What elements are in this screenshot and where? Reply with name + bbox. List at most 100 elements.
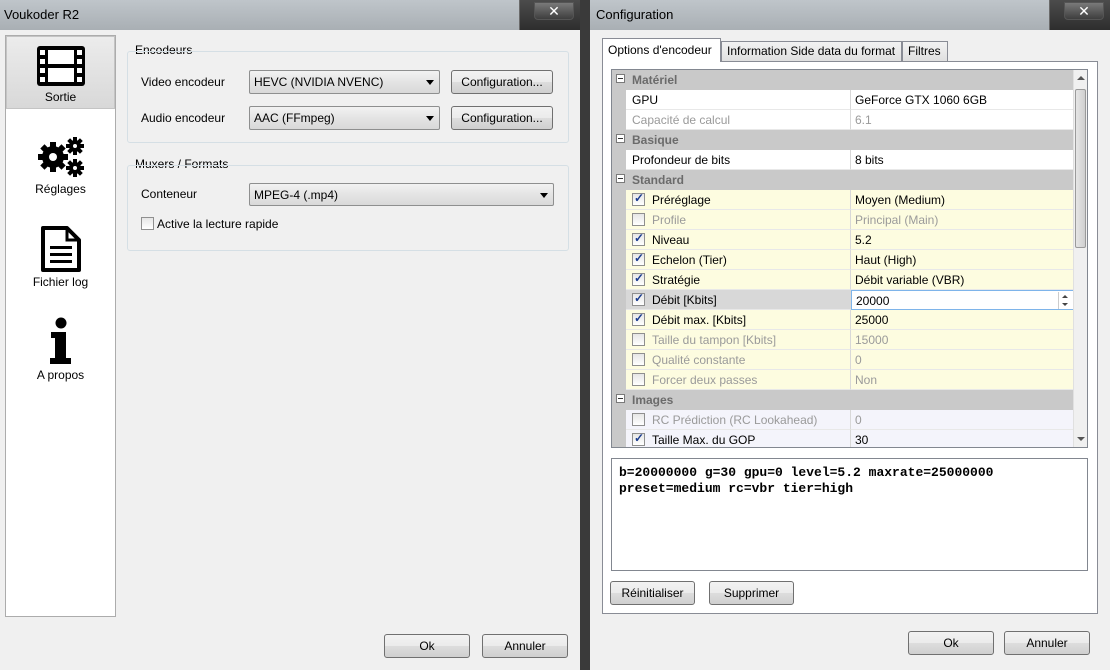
tab-side-data[interactable]: Information Side data du format bbox=[721, 41, 902, 61]
property-value: 6.1 bbox=[851, 110, 1074, 130]
window-title: Voukoder R2 bbox=[0, 0, 520, 30]
category-materiel[interactable]: Matériel bbox=[612, 70, 1074, 90]
collapse-icon[interactable] bbox=[616, 174, 625, 183]
property-value: 25000 bbox=[851, 310, 1074, 330]
collapse-icon[interactable] bbox=[616, 134, 625, 143]
command-output[interactable]: b=20000000 g=30 gpu=0 level=5.2 maxrate=… bbox=[611, 458, 1088, 571]
scroll-down-icon[interactable] bbox=[1077, 437, 1085, 441]
buffer-checkbox[interactable] bbox=[632, 333, 645, 346]
property-row[interactable]: Qualité constante 0 bbox=[612, 350, 1074, 370]
category-label: Basique bbox=[632, 133, 679, 147]
title-bar[interactable]: Configuration ✕ bbox=[590, 0, 1110, 30]
scroll-up-icon[interactable] bbox=[1077, 76, 1085, 80]
property-name: GPU bbox=[626, 90, 851, 110]
property-row[interactable]: Echelon (Tier) Haut (High) bbox=[612, 250, 1074, 270]
property-name: Stratégie bbox=[652, 273, 701, 287]
ok-button[interactable]: Ok bbox=[908, 631, 994, 655]
sidebar-item-label: Fichier log bbox=[32, 275, 89, 289]
property-value: Non bbox=[851, 370, 1074, 390]
video-encoder-select[interactable]: HEVC (NVIDIA NVENC) bbox=[249, 70, 440, 94]
reset-button[interactable]: Réinitialiser bbox=[610, 581, 695, 605]
sidebar-item-sortie[interactable]: Sortie bbox=[6, 36, 115, 109]
property-row[interactable]: GPU GeForce GTX 1060 6GB bbox=[612, 90, 1074, 110]
property-row[interactable]: Débit max. [Kbits] 25000 bbox=[612, 310, 1074, 330]
category-standard[interactable]: Standard bbox=[612, 170, 1074, 190]
property-name: Profondeur de bits bbox=[626, 150, 851, 170]
property-row[interactable]: Niveau 5.2 bbox=[612, 230, 1074, 250]
two-pass-checkbox[interactable] bbox=[632, 373, 645, 386]
property-row[interactable]: Forcer deux passes Non bbox=[612, 370, 1074, 390]
bitrate-spin-input[interactable]: 20000 bbox=[851, 290, 1074, 310]
title-bar[interactable]: Voukoder R2 ✕ bbox=[0, 0, 580, 30]
property-value: GeForce GTX 1060 6GB bbox=[851, 90, 1074, 110]
spin-up-icon[interactable] bbox=[1062, 295, 1068, 298]
category-basique[interactable]: Basique bbox=[612, 130, 1074, 150]
faststart-label: Active la lecture rapide bbox=[157, 217, 279, 231]
sidebar: Sortie Réglages Fichier log A propos bbox=[5, 35, 116, 617]
property-row[interactable]: Stratégie Débit variable (VBR) bbox=[612, 270, 1074, 290]
lookahead-checkbox[interactable] bbox=[632, 413, 645, 426]
property-value: 15000 bbox=[851, 330, 1074, 350]
faststart-checkbox[interactable] bbox=[141, 217, 154, 230]
preset-checkbox[interactable] bbox=[632, 191, 645, 206]
property-name: Profile bbox=[652, 213, 687, 227]
property-row[interactable]: Débit [Kbits] 20000 bbox=[612, 290, 1074, 310]
property-row[interactable]: Préréglage Moyen (Medium) bbox=[612, 190, 1074, 210]
level-checkbox[interactable] bbox=[632, 231, 645, 246]
property-row[interactable]: Profile Principal (Main) bbox=[612, 210, 1074, 230]
bitrate-checkbox[interactable] bbox=[632, 291, 645, 306]
window-title: Configuration bbox=[590, 0, 1050, 30]
audio-encoder-select[interactable]: AAC (FFmpeg) bbox=[249, 106, 440, 130]
close-button[interactable]: ✕ bbox=[1064, 2, 1104, 20]
profile-checkbox[interactable] bbox=[632, 213, 645, 226]
cancel-button[interactable]: Annuler bbox=[1004, 631, 1090, 655]
category-images[interactable]: Images bbox=[612, 390, 1074, 410]
property-value: 0 bbox=[851, 350, 1074, 370]
sidebar-item-label: A propos bbox=[36, 368, 85, 382]
constant-quality-checkbox[interactable] bbox=[632, 353, 645, 366]
property-row[interactable]: Capacité de calcul 6.1 bbox=[612, 110, 1074, 130]
tier-checkbox[interactable] bbox=[632, 251, 645, 266]
ok-button[interactable]: Ok bbox=[384, 634, 470, 658]
property-name: Préréglage bbox=[652, 193, 711, 207]
video-encoder-value: HEVC (NVIDIA NVENC) bbox=[254, 75, 384, 89]
sidebar-item-reglages[interactable]: Réglages bbox=[6, 127, 115, 200]
collapse-icon[interactable] bbox=[616, 74, 625, 83]
property-name: Taille du tampon [Kbits] bbox=[652, 333, 777, 347]
tab-encoder-options[interactable]: Options d'encodeur bbox=[602, 38, 721, 62]
property-value: 20000 bbox=[856, 294, 890, 308]
sidebar-item-a-propos[interactable]: A propos bbox=[6, 309, 115, 382]
strategy-checkbox[interactable] bbox=[632, 271, 645, 286]
property-name: Echelon (Tier) bbox=[652, 253, 727, 267]
voukoder-window: Voukoder R2 ✕ Sortie Réglages Fichier lo… bbox=[0, 0, 580, 670]
scroll-thumb[interactable] bbox=[1075, 89, 1086, 248]
gears-icon bbox=[37, 137, 84, 177]
property-value: Haut (High) bbox=[851, 250, 1074, 270]
document-icon bbox=[40, 226, 81, 272]
sidebar-item-fichier-log[interactable]: Fichier log bbox=[6, 218, 115, 291]
video-config-button[interactable]: Configuration... bbox=[451, 70, 553, 94]
info-icon bbox=[49, 317, 71, 364]
delete-button[interactable]: Supprimer bbox=[709, 581, 794, 605]
container-select[interactable]: MPEG-4 (.mp4) bbox=[249, 183, 554, 206]
cancel-button[interactable]: Annuler bbox=[482, 634, 568, 658]
gop-checkbox[interactable] bbox=[632, 431, 645, 446]
spin-buttons[interactable] bbox=[1058, 292, 1072, 309]
video-encoder-label: Video encodeur bbox=[141, 75, 225, 89]
collapse-icon[interactable] bbox=[616, 394, 625, 403]
property-value: Principal (Main) bbox=[851, 210, 1074, 230]
close-button[interactable]: ✕ bbox=[534, 2, 574, 20]
vertical-scrollbar[interactable] bbox=[1073, 70, 1087, 447]
property-value: 5.2 bbox=[851, 230, 1074, 250]
property-row[interactable]: Profondeur de bits 8 bits bbox=[612, 150, 1074, 170]
maxrate-checkbox[interactable] bbox=[632, 311, 645, 326]
property-row[interactable]: Taille du tampon [Kbits] 15000 bbox=[612, 330, 1074, 350]
sidebar-item-label: Sortie bbox=[44, 90, 77, 104]
spin-down-icon[interactable] bbox=[1062, 303, 1068, 306]
tab-filters[interactable]: Filtres bbox=[902, 41, 948, 61]
property-value: Moyen (Medium) bbox=[851, 190, 1074, 210]
property-row[interactable]: RC Prédiction (RC Lookahead) 0 bbox=[612, 410, 1074, 430]
property-grid: Matériel GPU GeForce GTX 1060 6GB Capacit… bbox=[611, 69, 1088, 448]
audio-config-button[interactable]: Configuration... bbox=[451, 106, 553, 130]
property-row[interactable]: Taille Max. du GOP 30 bbox=[612, 430, 1074, 447]
